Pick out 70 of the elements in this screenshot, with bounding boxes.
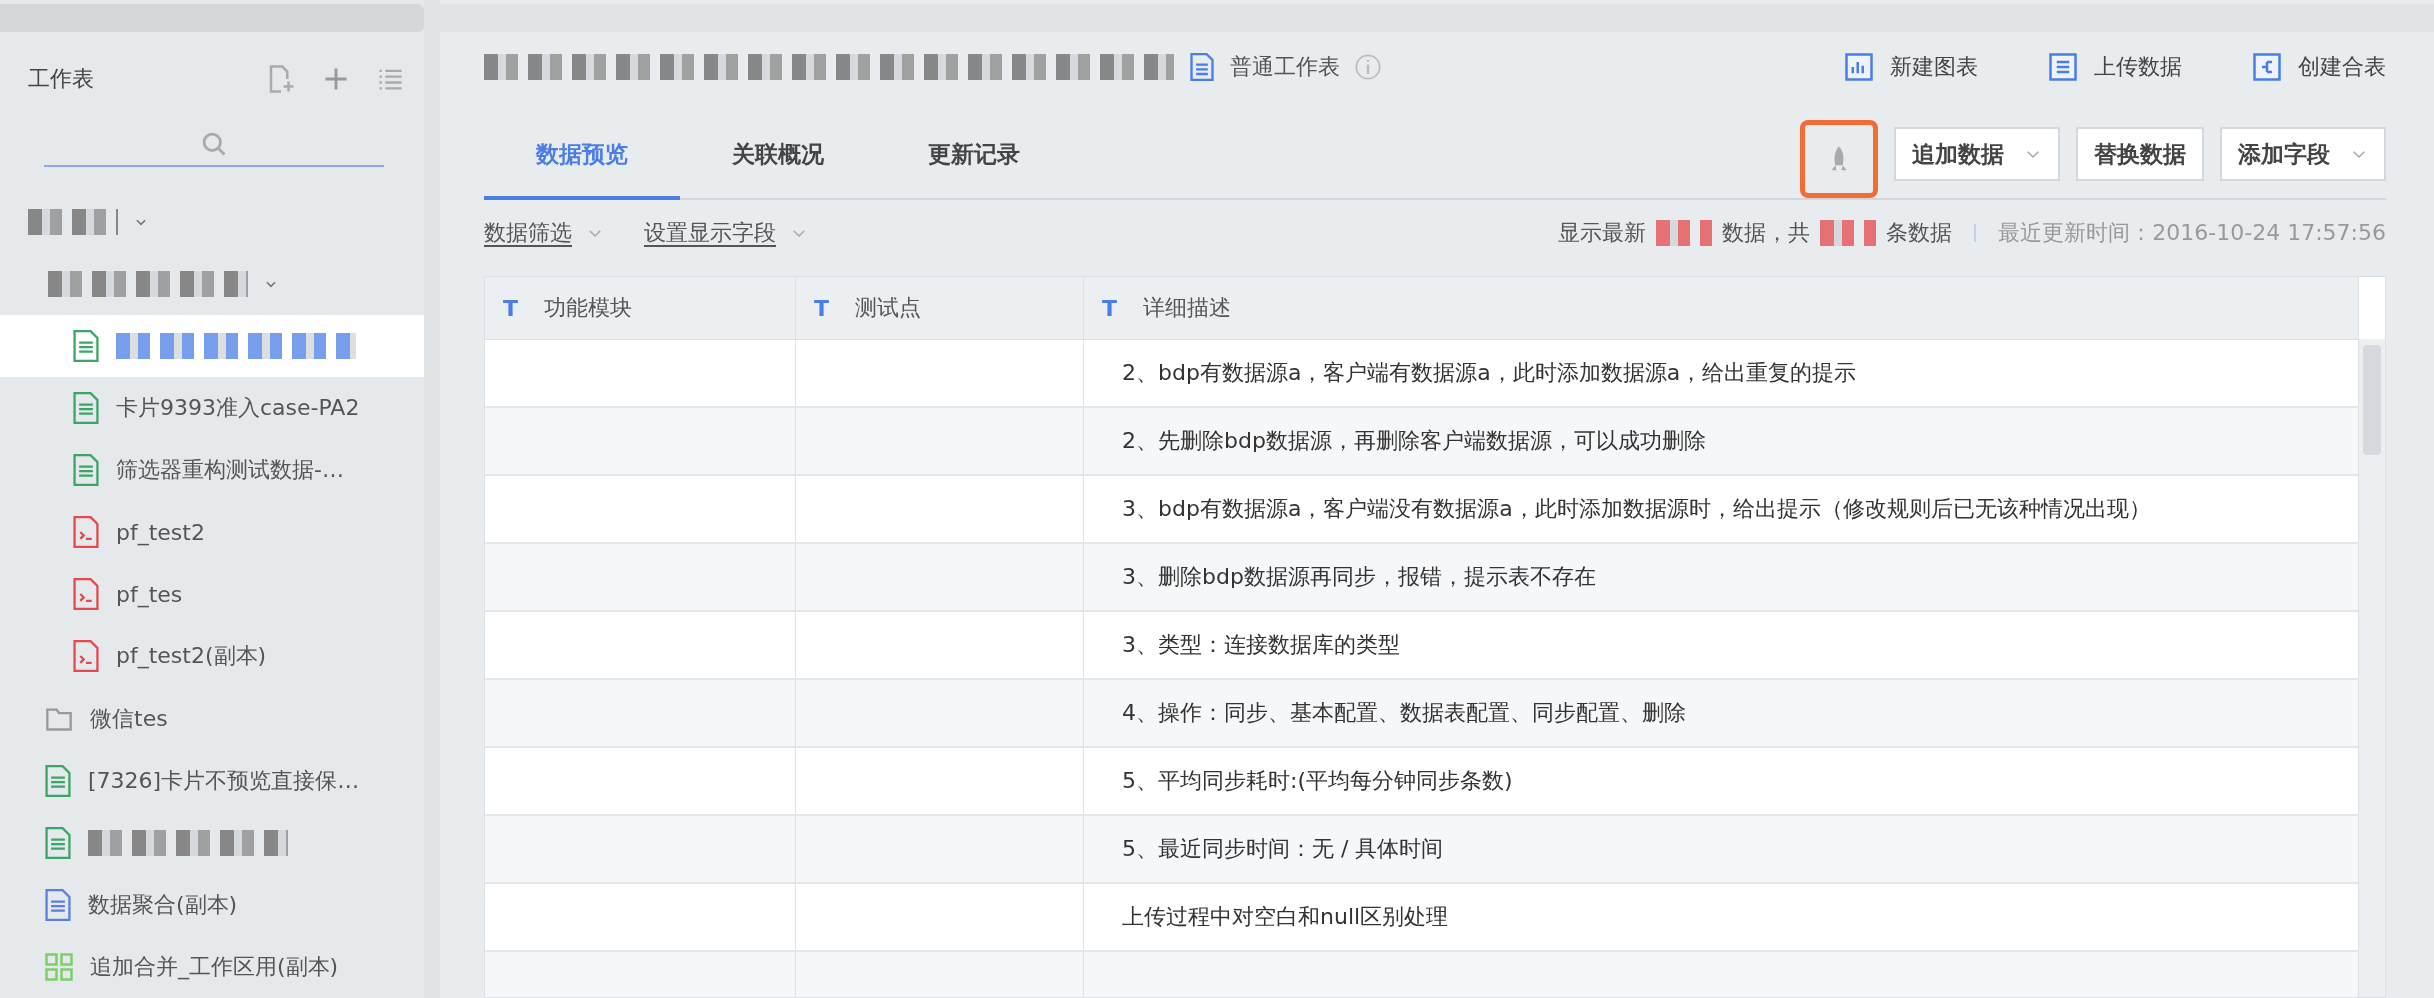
- summary-text: 数据，共: [1722, 219, 1811, 247]
- column-label: 详细描述: [1143, 294, 1231, 322]
- table-cell: 4、操作：同步、基本配置、数据表配置、同步配置、删除: [1084, 680, 2359, 748]
- header-action-button[interactable]: 新建图表: [1844, 52, 1978, 82]
- header-action-button[interactable]: 上传数据: [2048, 52, 2182, 82]
- tree-item[interactable]: 追加合并_工作区用(副本): [0, 935, 424, 998]
- text-type-icon: T: [503, 295, 518, 321]
- item-label: 筛选器重构测试数据-…: [116, 456, 344, 485]
- item-label: pf_test2: [116, 519, 205, 545]
- item-label: [7326]卡片不预览直接保…: [88, 766, 360, 795]
- info-icon: [1354, 53, 1382, 81]
- rocket-button[interactable]: [1800, 120, 1878, 198]
- bar-chart-icon: [1844, 52, 1874, 82]
- item-label: 追加合并_工作区用(副本): [90, 952, 339, 982]
- tab[interactable]: 更新记录: [876, 139, 1072, 200]
- item-label: 微信tes: [90, 704, 168, 733]
- spreadsheet-file-icon: [44, 888, 72, 921]
- summary-text: 显示最新: [1558, 219, 1647, 247]
- spreadsheet-file-icon: [72, 330, 100, 363]
- document-icon: [1188, 52, 1216, 82]
- summary-text: 条数据: [1886, 219, 1953, 247]
- table-cell: 5、最近同步时间：无 / 具体时间: [1084, 816, 2359, 884]
- column-label: 功能模块: [544, 294, 632, 322]
- tree-item[interactable]: [0, 315, 424, 378]
- filter-dropdown[interactable]: 设置显示字段: [644, 218, 808, 248]
- spreadsheet-file-icon: [44, 764, 72, 797]
- column-label: 测试点: [855, 294, 921, 322]
- tree-item[interactable]: 筛选器重构测试数据-…: [0, 439, 424, 502]
- tab[interactable]: 数据预览: [484, 139, 680, 200]
- script-file-icon: [72, 640, 100, 673]
- last-updated-text: 最近更新时间：2016-10-24 17:57:56: [1998, 219, 2386, 247]
- text-type-icon: T: [1102, 295, 1117, 321]
- tree-item[interactable]: 微信tes: [0, 687, 424, 750]
- tree-item[interactable]: pf_tes: [0, 563, 424, 626]
- item-label: pf_tes: [116, 581, 183, 607]
- item-label: 卡片9393准入case-PA2: [116, 394, 360, 423]
- table-cell: 2、先删除bdp数据源，再删除客户端数据源，可以成功删除: [1084, 408, 2359, 476]
- branch-document-icon: [2252, 52, 2282, 82]
- sheet-type-label: 普通工作表: [1230, 53, 1340, 81]
- header-action-button[interactable]: 创建合表: [2252, 52, 2386, 82]
- table-cell: 3、类型：连接数据库的类型: [1084, 612, 2359, 680]
- tree-item[interactable]: [7326]卡片不预览直接保…: [0, 749, 424, 812]
- scrollbar[interactable]: [2359, 339, 2385, 997]
- redacted-count: [1820, 220, 1877, 246]
- toolbar-button[interactable]: 追加数据: [1894, 127, 2060, 181]
- text-type-icon: T: [814, 295, 829, 321]
- filter-dropdown[interactable]: 数据筛选: [484, 218, 604, 248]
- script-file-icon: [72, 578, 100, 611]
- tree-item[interactable]: pf_test2: [0, 501, 424, 564]
- list-document-icon: [2048, 52, 2078, 82]
- table-cell: 2、bdp有数据源a，客户端有数据源a，此时添加数据源a，给出重复的提示: [1084, 340, 2359, 408]
- table-cell: 3、删除bdp数据源再同步，报错，提示表不存在: [1084, 544, 2359, 612]
- tab[interactable]: 关联概况: [680, 139, 876, 200]
- table-cell: 3、bdp有数据源a，客户端没有数据源a，此时添加数据源时，给出提示（修改规则后已无该种情况出现）: [1084, 476, 2359, 544]
- script-file-icon: [72, 516, 100, 549]
- item-label: 数据聚合(副本): [88, 890, 238, 919]
- merge-table-icon: [44, 951, 74, 982]
- spreadsheet-file-icon: [44, 826, 72, 859]
- tree-item[interactable]: pf_test2(副本): [0, 625, 424, 688]
- sidebar-title: 工作表: [28, 65, 94, 94]
- tree-item[interactable]: 数据聚合(副本): [0, 873, 424, 936]
- spreadsheet-file-icon: [72, 392, 100, 425]
- item-label: pf_test2(副本): [116, 642, 267, 671]
- table-cell: 上传过程中对空白和null区别处理: [1084, 884, 2359, 952]
- toolbar-button[interactable]: 添加字段: [2220, 127, 2386, 181]
- redacted-count: [1656, 220, 1713, 246]
- toolbar-button[interactable]: 替换数据: [2076, 127, 2204, 181]
- table-cell: 5、平均同步耗时:(平均每分钟同步条数): [1084, 748, 2359, 816]
- tree-item[interactable]: 卡片9393准入case-PA2: [0, 377, 424, 440]
- spreadsheet-file-icon: [72, 454, 100, 487]
